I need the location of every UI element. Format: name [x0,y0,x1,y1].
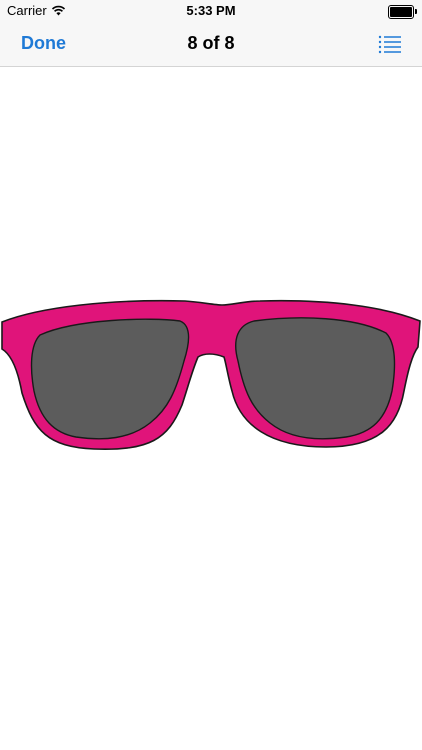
list-icon[interactable] [378,34,402,54]
navigation-bar: Done 8 of 8 [0,22,422,67]
viewer-screen: Carrier 5:33 PM Done 8 of 8 [0,0,422,750]
status-bar: Carrier 5:33 PM [0,0,422,22]
battery-icon [388,5,417,19]
sunglasses-image [1,299,421,450]
status-time: 5:33 PM [186,3,236,18]
page-title: 8 of 8 [187,33,235,53]
image-content [0,67,422,750]
